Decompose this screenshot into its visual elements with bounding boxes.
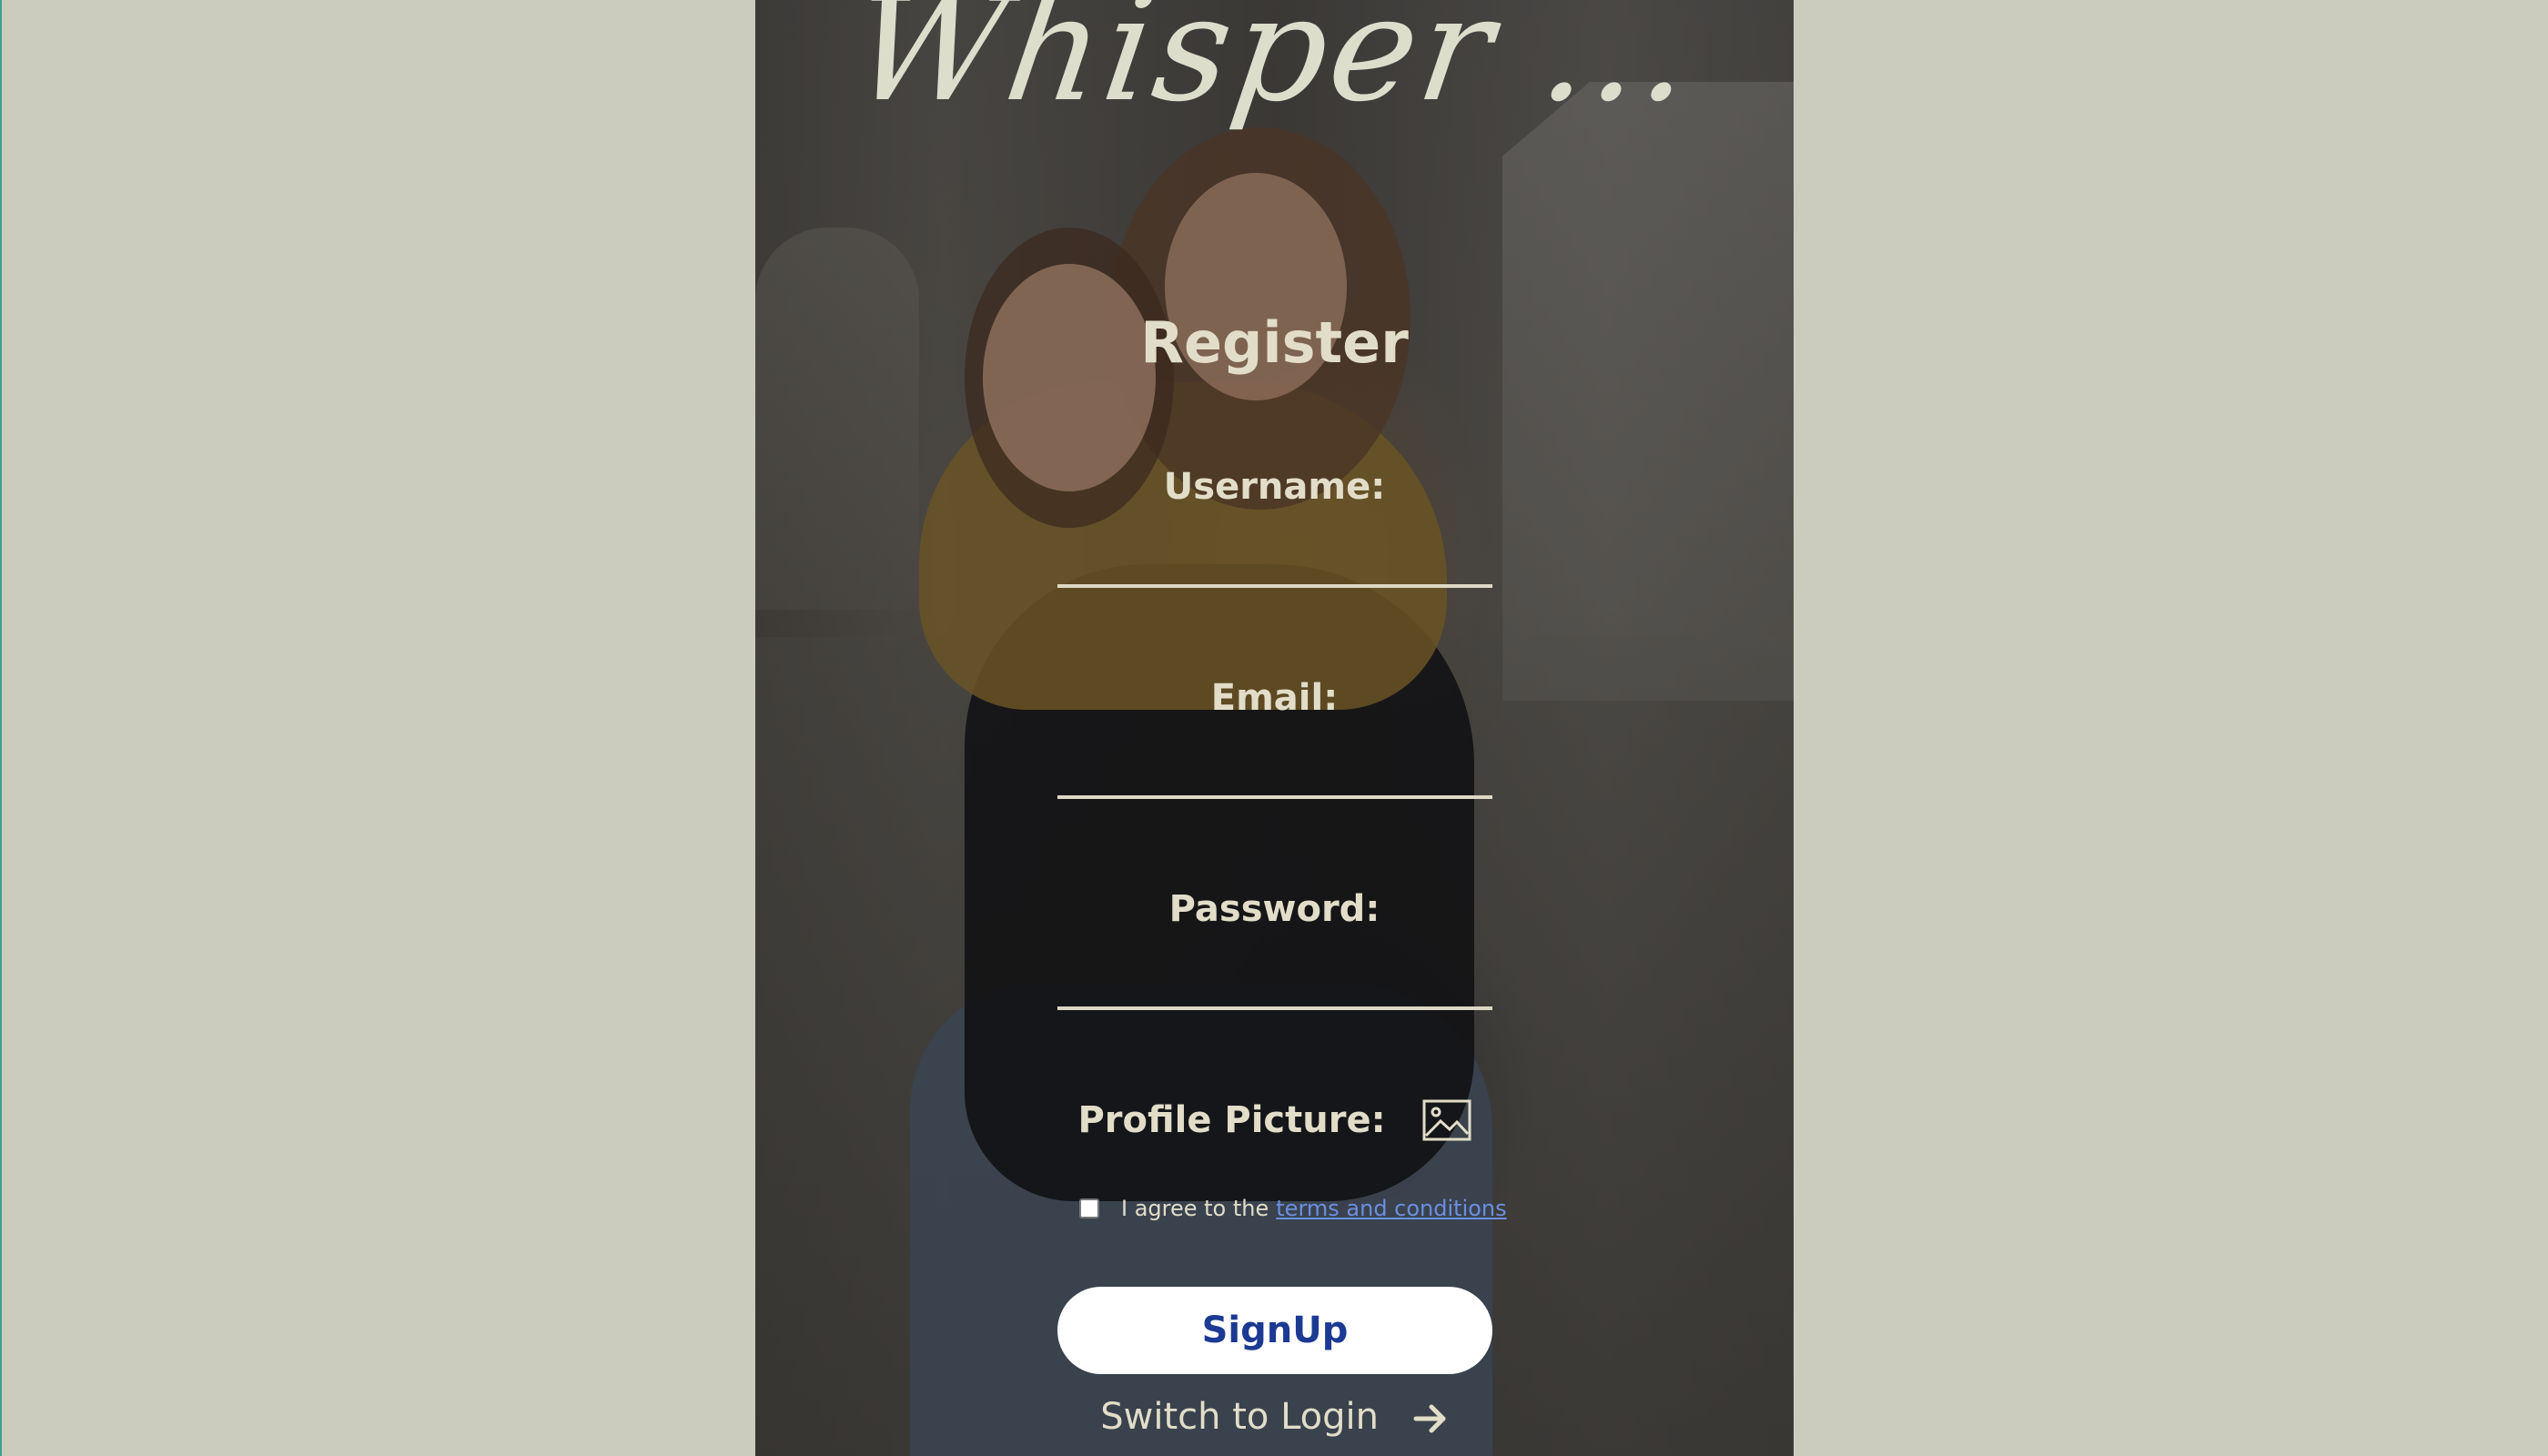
signup-button[interactable]: SignUp	[1057, 1287, 1492, 1374]
terms-link[interactable]: terms and conditions	[1276, 1196, 1506, 1221]
email-input[interactable]	[1057, 744, 1492, 799]
switch-to-login-link[interactable]: Switch to Login	[755, 1396, 1794, 1438]
profile-picture-row: Profile Picture:	[755, 1097, 1794, 1141]
arrow-right-icon	[1412, 1400, 1449, 1437]
terms-row: I agree to the terms and conditions	[1079, 1196, 1507, 1221]
page-title: Register	[1140, 309, 1409, 376]
profile-picture-label: Profile Picture:	[1077, 1099, 1386, 1141]
switch-to-login-label: Switch to Login	[1100, 1396, 1380, 1438]
email-label: Email:	[1210, 677, 1339, 719]
terms-text: I agree to the	[1121, 1196, 1269, 1221]
password-label: Password:	[1168, 888, 1380, 930]
background-photo-building-left	[755, 228, 919, 610]
image-icon[interactable]	[1422, 1099, 1471, 1141]
app-logo: Whisper ...	[843, 0, 1706, 134]
register-panel: Whisper ... Register Username: Email: Pa…	[755, 0, 1794, 1456]
username-input[interactable]	[1057, 533, 1492, 588]
username-label: Username:	[1163, 466, 1386, 508]
background-photo-figure	[983, 264, 1156, 491]
background-photo-building-right	[1502, 82, 1794, 701]
window-edge	[0, 0, 2, 1456]
password-input[interactable]	[1057, 956, 1492, 1010]
terms-checkbox[interactable]	[1079, 1198, 1099, 1218]
